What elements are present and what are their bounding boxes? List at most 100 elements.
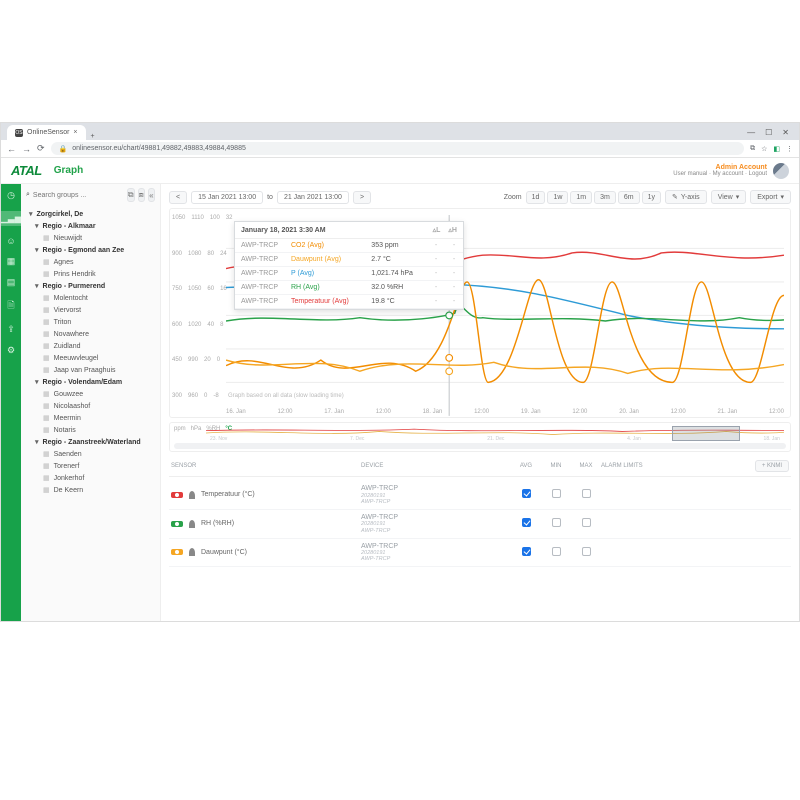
sensor-row: RH (%RH) AWP-TRCP20280191AWP-TRCP [169,510,791,539]
unit-hPa[interactable]: hPa [191,426,202,432]
tree-region[interactable]: ▾Regio - Volendam/Edam [21,376,160,388]
tree-leaf[interactable]: ▦Jaap van Praaghuis [21,364,160,376]
tooltip-row: AWP-TRCPRH (Avg)32.0 %RH-- [235,281,463,295]
avg-checkbox[interactable] [522,489,531,498]
tree-region[interactable]: ▾Regio - Egmond aan Zee [21,244,160,256]
user-icon[interactable]: ☺ [6,236,15,246]
unit-ppm[interactable]: ppm [174,426,186,432]
back-icon[interactable]: ← [7,144,16,154]
avg-checkbox[interactable] [522,547,531,556]
content: < 15 Jan 2021 13:00 to 21 Jan 2021 13:00… [161,184,799,621]
tree-leaf[interactable]: ▦Prins Hendrik [21,268,160,280]
avatar[interactable] [773,163,789,179]
menu-icon[interactable]: ⋮ [786,145,793,153]
tree-leaf[interactable]: ▦Jonkerhof [21,472,160,484]
overview-scrollbar[interactable] [174,443,786,449]
to-date[interactable]: 21 Jan 2021 13:00 [277,191,349,204]
new-tab-button[interactable]: + [86,133,100,140]
tree-leaf[interactable]: ▦Viervorst [21,304,160,316]
min-checkbox[interactable] [552,547,561,556]
zoom-1m[interactable]: 1m [570,191,592,204]
logo: ATAL [11,163,42,178]
tooltip-row: AWP-TRCPP (Avg)1,021.74 hPa-- [235,267,463,281]
favicon: OS [15,129,23,137]
group-tree[interactable]: ▾Zorgcirkel, De▾Regio - Alkmaar▦Nieuwijd… [21,206,160,502]
calendar-icon[interactable]: ▤ [7,277,16,288]
copy-icon[interactable]: ⧉ [127,188,135,202]
layers-icon[interactable]: ▦ [7,256,16,267]
browser-tab[interactable]: OS OnlineSensor × [7,125,86,140]
tree-leaf[interactable]: ▦Notaris [21,424,160,436]
forward-icon[interactable]: → [22,144,31,154]
min-checkbox[interactable] [552,489,561,498]
close-window-icon[interactable]: ✕ [782,128,789,137]
reload-icon[interactable]: ⟳ [37,143,45,154]
tree-leaf[interactable]: ▦Meermin [21,412,160,424]
avg-checkbox[interactable] [522,518,531,527]
yaxis-button[interactable]: ✎ Y-axis [665,190,707,204]
view-button[interactable]: View ▾ [711,190,747,204]
series-swatch [171,549,183,555]
tree-leaf[interactable]: ▦Saenden [21,448,160,460]
tree-leaf[interactable]: ▦Agnes [21,256,160,268]
maximize-icon[interactable]: ☐ [765,128,772,137]
zoom-1w[interactable]: 1w [547,191,568,204]
tree-region[interactable]: ▾Regio - Purmerend [21,280,160,292]
add-knmi-button[interactable]: + KNMI [755,460,789,472]
zoom-6m[interactable]: 6m [618,191,640,204]
export-button[interactable]: Export ▾ [750,190,791,204]
tree-region[interactable]: ▾Regio - Alkmaar [21,220,160,232]
extension-icon[interactable]: ⧉ [750,145,755,153]
from-date[interactable]: 15 Jan 2021 13:00 [191,191,263,204]
tooltip-row: AWP-TRCPDauwpunt (Avg)2.7 °C-- [235,253,463,267]
tree-leaf[interactable]: ▦Novawhere [21,328,160,340]
url-field[interactable]: 🔒 onlinesensor.eu/chart/49881,49882,4988… [51,142,745,155]
max-checkbox[interactable] [582,547,591,556]
tree-leaf[interactable]: ▦Nicolaashof [21,400,160,412]
star-icon[interactable]: ☆ [761,145,767,153]
overview-chart[interactable]: ppmhPa%RH°C 23. Nov7. Dec21. Dec4. Jan18… [169,422,791,452]
max-checkbox[interactable] [582,518,591,527]
max-checkbox[interactable] [582,489,591,498]
tree-leaf[interactable]: ▦Molentocht [21,292,160,304]
settings-icon[interactable]: ⚙ [7,345,15,356]
puzzle-icon[interactable]: ◧ [773,145,780,153]
prev-range-button[interactable]: < [169,191,187,204]
zoom-3m[interactable]: 3m [594,191,616,204]
dashboard-icon[interactable]: ◷ [7,190,15,201]
col-device: DEVICE [361,463,511,469]
tree-leaf[interactable]: ▦De Keern [21,484,160,496]
tooltip-row: AWP-TRCPCO2 (Avg)353 ppm-- [235,239,463,253]
tree-leaf[interactable]: ▦Nieuwijdt [21,232,160,244]
zoom-1d[interactable]: 1d [526,191,546,204]
minimize-icon[interactable]: — [747,128,755,137]
tree-leaf[interactable]: ▦Triton [21,316,160,328]
zoom-1y[interactable]: 1y [642,191,661,204]
upload-icon[interactable]: ⇪ [7,324,15,335]
sensor-table-header: SENSOR DEVICE AVG MIN MAX ALARM LIMITS +… [169,456,791,477]
sensor-row: Temperatuur (°C) AWP-TRCP20280191AWP-TRC… [169,481,791,510]
overview-range-handle[interactable] [672,426,740,441]
chart-tooltip: January 18, 2021 3:30 AM ▵L ▵H AWP-TRCPC… [234,221,464,310]
chart[interactable]: 1050111010032900108080247501050601660010… [169,208,791,418]
min-checkbox[interactable] [552,518,561,527]
col-sensor: SENSOR [171,463,361,469]
graph-icon[interactable]: ▁▃▅ [1,211,21,226]
search-input[interactable] [33,192,124,199]
collapse-icon[interactable]: « [148,188,155,202]
tree-leaf[interactable]: ▦Torenerf [21,460,160,472]
tree-region[interactable]: ▾Regio - Zaanstreek/Waterland [21,436,160,448]
tree-root[interactable]: ▾Zorgcirkel, De [21,208,160,220]
tree-leaf[interactable]: ▦Gouwzee [21,388,160,400]
delta-low-icon: ▵L [433,226,441,234]
date-toolbar: < 15 Jan 2021 13:00 to 21 Jan 2021 13:00… [169,190,791,204]
tree-leaf[interactable]: ▦Zuidland [21,340,160,352]
close-tab-icon[interactable]: × [73,129,77,136]
tree-leaf[interactable]: ▦Meeuwvleugel [21,352,160,364]
series-swatch [171,521,183,527]
expand-all-icon[interactable]: ⧈ [138,188,145,202]
next-range-button[interactable]: > [353,191,371,204]
drop-icon [189,491,195,499]
account-links[interactable]: User manual · My account · Logout [673,171,767,177]
report-icon[interactable]: 🗎 [7,298,14,314]
